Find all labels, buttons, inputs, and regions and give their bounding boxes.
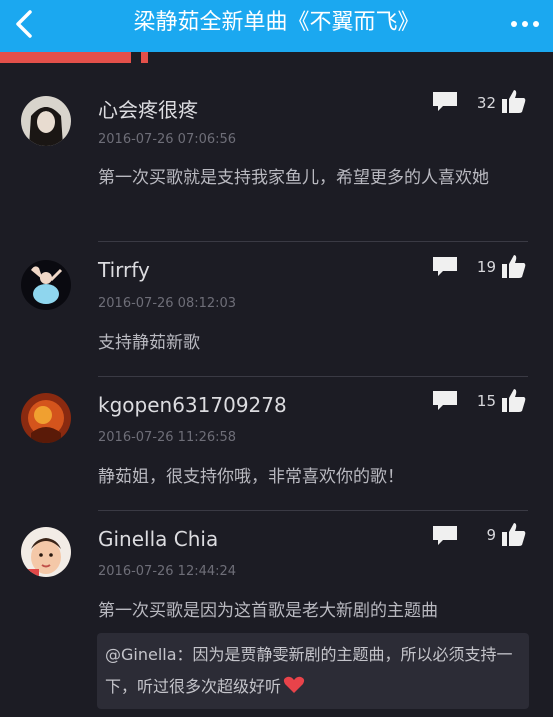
comment-date: 2016-07-26 07:06:56 [98, 132, 237, 147]
comment-username[interactable]: 心会疼很疼 [98, 94, 198, 123]
comment-date: 2016-07-26 12:44:24 [98, 564, 237, 579]
divider [98, 241, 528, 242]
avatar[interactable] [21, 260, 71, 310]
like-button[interactable] [501, 521, 527, 547]
reply-button[interactable] [432, 525, 458, 547]
comment-username[interactable]: Ginella Chia [98, 527, 218, 551]
progress-fill [0, 52, 131, 63]
quoted-reply-text: @Ginella：因为是贾静雯新剧的主题曲，所以必须支持一下，听过很多次超级好听 [105, 639, 525, 703]
comment-date: 2016-07-26 08:12:03 [98, 296, 237, 311]
reply-button[interactable] [432, 390, 458, 412]
like-button[interactable] [501, 387, 527, 413]
quoted-reply: @Ginella：因为是贾静雯新剧的主题曲，所以必须支持一下，听过很多次超级好听 [97, 633, 529, 709]
like-count: 32 [476, 94, 496, 112]
chevron-left-icon [16, 10, 32, 38]
comment-text: 第一次买歌就是支持我家鱼儿，希望更多的人喜欢她 [98, 168, 489, 188]
comment-username[interactable]: kgopen631709278 [98, 393, 287, 417]
speech-bubble-icon [433, 391, 457, 410]
avatar[interactable] [21, 96, 71, 146]
avatar[interactable] [21, 527, 71, 577]
top-bar: 梁静茹全新单曲《不翼而飞》 [0, 0, 553, 52]
reply-button[interactable] [432, 256, 458, 278]
back-button[interactable] [8, 6, 44, 42]
like-count: 15 [476, 392, 496, 410]
comment-text: 支持静茹新歌 [98, 333, 200, 353]
like-count: 19 [476, 258, 496, 276]
comment-date: 2016-07-26 11:26:58 [98, 430, 237, 445]
quoted-reply-body: @Ginella：因为是贾静雯新剧的主题曲，所以必须支持一下，听过很多次超级好听 [105, 645, 513, 696]
thumbs-up-icon [502, 90, 526, 113]
comment-text: 第一次买歌是因为这首歌是老大新剧的主题曲 [98, 601, 438, 621]
thumbs-up-icon [502, 255, 526, 278]
more-button[interactable] [509, 10, 541, 38]
comment-text: 静茹姐，很支持你哦，非常喜欢你的歌！ [98, 467, 404, 487]
divider [98, 510, 528, 511]
like-button[interactable] [501, 88, 527, 114]
divider [98, 376, 528, 377]
reply-button[interactable] [432, 91, 458, 113]
page-title: 梁静茹全新单曲《不翼而飞》 [133, 10, 420, 35]
more-dots-icon [511, 21, 539, 27]
comment-username[interactable]: Tirrfy [98, 258, 150, 282]
heart-icon [283, 673, 305, 693]
like-count: 9 [486, 526, 496, 544]
speech-bubble-icon [433, 92, 457, 111]
speech-bubble-icon [433, 257, 457, 276]
thumbs-up-icon [502, 523, 526, 546]
like-button[interactable] [501, 253, 527, 279]
speech-bubble-icon [433, 526, 457, 545]
thumbs-up-icon [502, 389, 526, 412]
avatar[interactable] [21, 393, 71, 443]
progress-knob[interactable] [141, 52, 148, 63]
